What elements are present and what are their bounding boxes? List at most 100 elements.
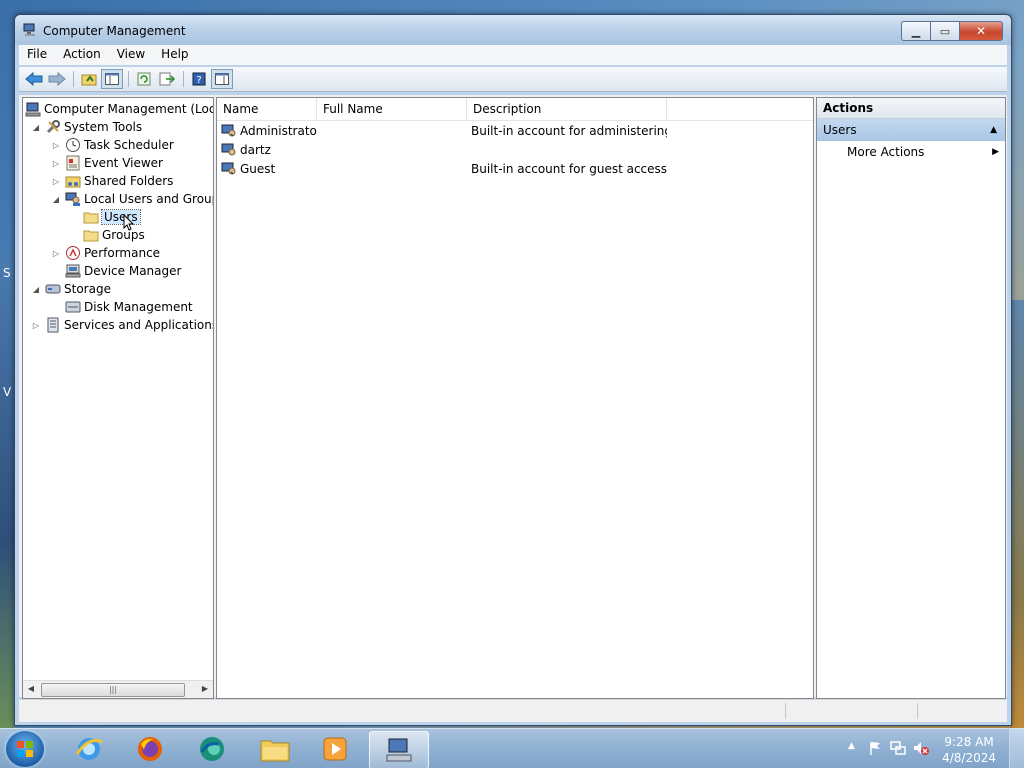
- toolbar: ?: [19, 67, 1007, 92]
- menu-view[interactable]: View: [109, 45, 153, 65]
- taskbar-edge[interactable]: [183, 731, 241, 767]
- menu-help[interactable]: Help: [153, 45, 196, 65]
- tree-node-event-viewer[interactable]: ▷ Event Viewer: [51, 154, 163, 172]
- tree-node-local-users-groups[interactable]: ◢ Local Users and Groups: [51, 190, 213, 208]
- collapse-arrow-icon[interactable]: ◢: [51, 195, 61, 204]
- expand-arrow-icon[interactable]: ▷: [51, 249, 61, 258]
- maximize-button[interactable]: ▭: [930, 21, 959, 41]
- show-desktop-button[interactable]: [1009, 729, 1024, 768]
- more-actions-item[interactable]: More Actions ▶: [817, 141, 1005, 163]
- forward-arrow-icon: [48, 72, 66, 86]
- event-viewer-icon: [66, 155, 80, 171]
- close-icon: ✕: [975, 24, 987, 38]
- user-account-icon: [221, 143, 236, 155]
- maximize-icon: ▭: [939, 24, 951, 38]
- computer-management-window: Computer Management ▁ ▭ ✕ File Action Vi…: [14, 14, 1012, 726]
- taskbar-file-explorer[interactable]: [246, 731, 304, 767]
- close-button[interactable]: ✕: [959, 21, 1003, 41]
- status-divider: [785, 703, 786, 719]
- tree-node-disk-management[interactable]: Disk Management: [65, 298, 193, 316]
- svg-text:?: ?: [196, 75, 201, 86]
- help-button[interactable]: ?: [188, 69, 210, 89]
- firefox-icon: [138, 737, 162, 761]
- tree-node-performance[interactable]: ▷ Performance: [51, 244, 160, 262]
- window-title: Computer Management: [43, 24, 186, 38]
- media-player-icon: [323, 737, 347, 761]
- expand-arrow-icon[interactable]: ▷: [51, 177, 61, 186]
- folder-icon: [83, 212, 99, 224]
- taskbar-firefox[interactable]: [121, 731, 179, 767]
- device-manager-icon: [65, 264, 81, 278]
- collapse-up-icon[interactable]: ▲: [990, 119, 997, 141]
- tree-node-groups[interactable]: Groups: [83, 226, 145, 244]
- refresh-button[interactable]: [133, 69, 155, 89]
- scroll-right-icon[interactable]: ▶: [199, 684, 211, 693]
- expand-arrow-icon[interactable]: ▷: [51, 141, 61, 150]
- internet-explorer-icon: [75, 738, 103, 760]
- clock-icon: [66, 138, 80, 152]
- list-item-dartz[interactable]: dartz: [217, 140, 813, 159]
- volume-muted-icon[interactable]: [912, 740, 930, 756]
- action-pane-icon: [215, 73, 229, 85]
- tree-node-system-tools[interactable]: ◢ System Tools: [31, 118, 142, 136]
- status-divider: [917, 703, 918, 719]
- content-area: Computer Management (Local ◢ System Tool…: [19, 95, 1007, 699]
- user-name: dartz: [240, 142, 271, 157]
- show-hide-action-pane-button[interactable]: [211, 69, 233, 89]
- tree-horizontal-scrollbar[interactable]: ◀ ||| ▶: [23, 680, 213, 698]
- tree-node-shared-folders[interactable]: ▷ Shared Folders: [51, 172, 173, 190]
- collapse-arrow-icon[interactable]: ◢: [31, 285, 41, 294]
- start-button[interactable]: [6, 731, 44, 767]
- expand-arrow-icon[interactable]: ▷: [51, 159, 61, 168]
- taskbar: ▲ 9:28 AM 4/8/2024: [0, 728, 1024, 768]
- forward-button[interactable]: [46, 69, 68, 89]
- list-item-guest[interactable]: Guest Built-in account for guest access …: [217, 159, 813, 178]
- export-list-button[interactable]: [156, 69, 178, 89]
- shared-folder-icon: [65, 176, 81, 188]
- storage-icon: [45, 284, 61, 294]
- folder-icon: [83, 230, 99, 242]
- expand-arrow-icon[interactable]: ▷: [31, 321, 41, 330]
- list-header: Name Full Name Description: [217, 98, 813, 121]
- actions-section-users[interactable]: Users ▲: [817, 119, 1005, 141]
- up-one-level-button[interactable]: [78, 69, 100, 89]
- menu-action[interactable]: Action: [55, 45, 109, 65]
- network-icon[interactable]: [890, 740, 906, 756]
- tree-node-device-manager[interactable]: Device Manager: [65, 262, 181, 280]
- column-header-name[interactable]: Name: [217, 98, 317, 120]
- back-button[interactable]: [23, 69, 45, 89]
- tree-node-task-scheduler[interactable]: ▷ Task Scheduler: [51, 136, 174, 154]
- submenu-arrow-icon: ▶: [992, 147, 999, 157]
- user-description: Built-in account for guest access t...: [471, 161, 667, 176]
- computer-management-icon: [25, 102, 41, 117]
- minimize-button[interactable]: ▁: [901, 21, 930, 41]
- scroll-left-icon[interactable]: ◀: [25, 684, 37, 693]
- collapse-arrow-icon[interactable]: ◢: [31, 123, 41, 132]
- action-center-flag-icon[interactable]: [868, 740, 884, 756]
- tree-node-services-apps[interactable]: ▷ Services and Applications: [31, 316, 213, 334]
- column-header-description[interactable]: Description: [467, 98, 667, 120]
- menu-bar: File Action View Help: [19, 45, 1007, 65]
- actions-header: Actions: [817, 98, 1005, 119]
- tree-node-storage[interactable]: ◢ Storage: [31, 280, 111, 298]
- back-arrow-icon: [25, 72, 43, 86]
- system-clock[interactable]: 9:28 AM 4/8/2024: [942, 734, 996, 766]
- taskbar-internet-explorer[interactable]: [60, 731, 118, 767]
- user-name: Guest: [240, 161, 276, 176]
- computer-management-icon: [386, 738, 412, 762]
- scrollbar-thumb[interactable]: |||: [41, 683, 185, 697]
- show-hidden-icons-icon[interactable]: ▲: [848, 741, 855, 751]
- tools-icon: [46, 120, 60, 134]
- taskbar-computer-management[interactable]: [369, 731, 429, 768]
- menu-file[interactable]: File: [19, 45, 55, 65]
- users-group-icon: [65, 192, 80, 206]
- column-header-full-name[interactable]: Full Name: [317, 98, 467, 120]
- actions-section-label: Users: [823, 123, 857, 137]
- minimize-icon: ▁: [911, 24, 921, 38]
- help-icon: ?: [192, 72, 206, 86]
- title-bar[interactable]: Computer Management ▁ ▭ ✕: [15, 15, 1011, 45]
- show-hide-console-tree-button[interactable]: [101, 69, 123, 89]
- list-item-administrator[interactable]: Administrator Built-in account for admin…: [217, 121, 813, 140]
- taskbar-media-player[interactable]: [306, 731, 364, 767]
- tree-node-root[interactable]: Computer Management (Local: [25, 100, 213, 118]
